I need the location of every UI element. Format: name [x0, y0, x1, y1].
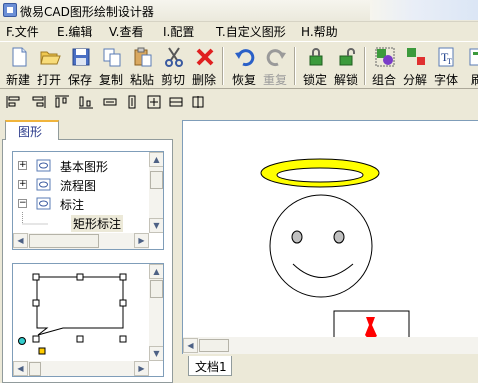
scroll-up-icon[interactable]: ▲: [149, 152, 163, 167]
scroll-down-icon[interactable]: ▼: [149, 346, 163, 361]
preview-vertical-scrollbar[interactable]: ▲ ▼: [149, 264, 163, 361]
preview-horizontal-scrollbar[interactable]: ◀ ▶: [13, 361, 149, 376]
font-icon: TT: [438, 47, 454, 67]
refresh-button[interactable]: 刷: [462, 44, 478, 88]
refresh-icon: [469, 48, 478, 66]
open-folder-icon: [40, 51, 61, 65]
save-button[interactable]: 保存: [65, 44, 95, 88]
scroll-thumb[interactable]: [29, 234, 99, 248]
copy-icon: [103, 48, 121, 67]
toolbar-separator: [222, 47, 224, 85]
unlock-button[interactable]: 解锁: [331, 44, 361, 88]
scroll-thumb[interactable]: [150, 280, 163, 298]
shape-preview: ▲ ▼ ◀ ▶: [12, 263, 164, 377]
shape-category-icon: [36, 178, 51, 191]
align-top-icon[interactable]: [54, 95, 70, 109]
group-shapes-icon: [375, 47, 395, 67]
menu-config[interactable]: I.配置: [160, 23, 197, 40]
tab-document-1[interactable]: 文档1: [188, 356, 232, 376]
drawing-content: [260, 158, 410, 340]
redo-button[interactable]: 重复: [260, 44, 290, 88]
same-height-icon[interactable]: [124, 95, 140, 109]
lock-icon: [309, 48, 323, 66]
canvas-horizontal-scrollbar[interactable]: ◀: [182, 337, 478, 354]
center-horizontal-icon[interactable]: [168, 95, 184, 109]
copy-button[interactable]: 复制: [96, 44, 126, 88]
scroll-right-icon[interactable]: ▶: [134, 233, 149, 248]
ungroup-button[interactable]: 分解: [400, 44, 430, 88]
same-width-icon[interactable]: [102, 95, 118, 109]
align-left-icon[interactable]: [6, 95, 22, 109]
right-eye: [333, 230, 345, 244]
toolbar-separator: [294, 47, 296, 85]
same-size-icon[interactable]: [146, 95, 162, 109]
lock-button[interactable]: 锁定: [300, 44, 330, 88]
paste-button[interactable]: 粘贴: [127, 44, 157, 88]
title-bar: 微易CAD图形绘制设计器: [0, 0, 478, 22]
main-toolbar: 新建 打开 保存 复制 粘贴 剪切 删除 恢复 重复 锁定 解锁 组合 分解 T…: [0, 41, 478, 89]
scroll-thumb[interactable]: [150, 171, 163, 189]
align-bottom-icon[interactable]: [78, 95, 94, 109]
group-button[interactable]: 组合: [369, 44, 399, 88]
scroll-thumb[interactable]: [199, 339, 229, 352]
undo-button[interactable]: 恢复: [229, 44, 259, 88]
unlock-icon: [339, 48, 355, 66]
open-button[interactable]: 打开: [34, 44, 64, 88]
align-toolbar: [0, 90, 478, 114]
left-eye: [291, 230, 303, 244]
shape-library-panel: 图形 + 基本图形 + 流程图 − 标注 矩形标注 ▲ ▼ ◀ ▶ ▲ ▼ ◀ …: [0, 117, 175, 383]
menu-view[interactable]: V.查看: [106, 23, 146, 40]
center-vertical-icon[interactable]: [190, 95, 206, 109]
shape-category-icon: [36, 197, 51, 210]
font-button[interactable]: TT 字体: [431, 44, 461, 88]
new-document-icon: [12, 47, 27, 67]
scroll-down-icon[interactable]: ▼: [149, 218, 163, 233]
menu-file[interactable]: F.文件: [3, 23, 42, 40]
scroll-right-icon[interactable]: ▶: [134, 361, 149, 376]
scroll-thumb[interactable]: [29, 362, 41, 376]
scroll-left-icon[interactable]: ◀: [13, 233, 28, 248]
menu-edit[interactable]: E.编辑: [54, 23, 95, 40]
document-tabs: 文档1: [182, 354, 478, 383]
tree-node-basic-shapes[interactable]: + 基本图形: [18, 158, 158, 174]
head-circle: [269, 194, 373, 298]
save-disk-icon: [72, 48, 90, 66]
tree-horizontal-scrollbar[interactable]: ◀ ▶: [13, 233, 149, 249]
window-title: 微易CAD图形绘制设计器: [20, 5, 154, 19]
new-button[interactable]: 新建: [3, 44, 33, 88]
tree-node-rectangle-callout[interactable]: 矩形标注: [45, 215, 145, 232]
expand-icon[interactable]: +: [18, 180, 27, 189]
title-bar-background-fade: [370, 0, 478, 20]
menu-bar: F.文件 E.编辑 V.查看 I.配置 T.自定义图形 H.帮助: [0, 22, 478, 41]
collapse-icon[interactable]: −: [18, 199, 27, 208]
halo-inner-ellipse: [276, 167, 364, 183]
shape-tree: + 基本图形 + 流程图 − 标注 矩形标注 ▲ ▼ ◀ ▶: [12, 151, 164, 250]
expand-icon[interactable]: +: [18, 161, 27, 170]
cut-button[interactable]: 剪切: [158, 44, 188, 88]
redo-arrow-icon: [266, 49, 286, 67]
scissors-icon: [165, 47, 183, 67]
delete-button[interactable]: 删除: [189, 44, 219, 88]
tree-node-annotation[interactable]: − 标注: [18, 196, 158, 212]
shape-category-icon: [36, 159, 51, 172]
tree-vertical-scrollbar[interactable]: ▲ ▼: [149, 152, 163, 233]
app-icon: [3, 3, 17, 17]
tab-shapes[interactable]: 图形: [5, 120, 59, 140]
menu-custom-shapes[interactable]: T.自定义图形: [213, 23, 289, 40]
svg-text:T: T: [447, 57, 452, 66]
tree-node-flowchart[interactable]: + 流程图: [18, 177, 158, 193]
scroll-up-icon[interactable]: ▲: [149, 264, 163, 279]
scroll-left-icon[interactable]: ◀: [183, 338, 198, 353]
drawing-canvas[interactable]: [182, 120, 478, 340]
ungroup-shapes-icon: [407, 48, 425, 65]
delete-x-icon: [196, 48, 214, 66]
paste-clipboard-icon: [134, 47, 152, 67]
align-right-icon[interactable]: [30, 95, 46, 109]
undo-arrow-icon: [235, 49, 255, 67]
scroll-left-icon[interactable]: ◀: [13, 361, 28, 376]
menu-help[interactable]: H.帮助: [298, 23, 341, 40]
